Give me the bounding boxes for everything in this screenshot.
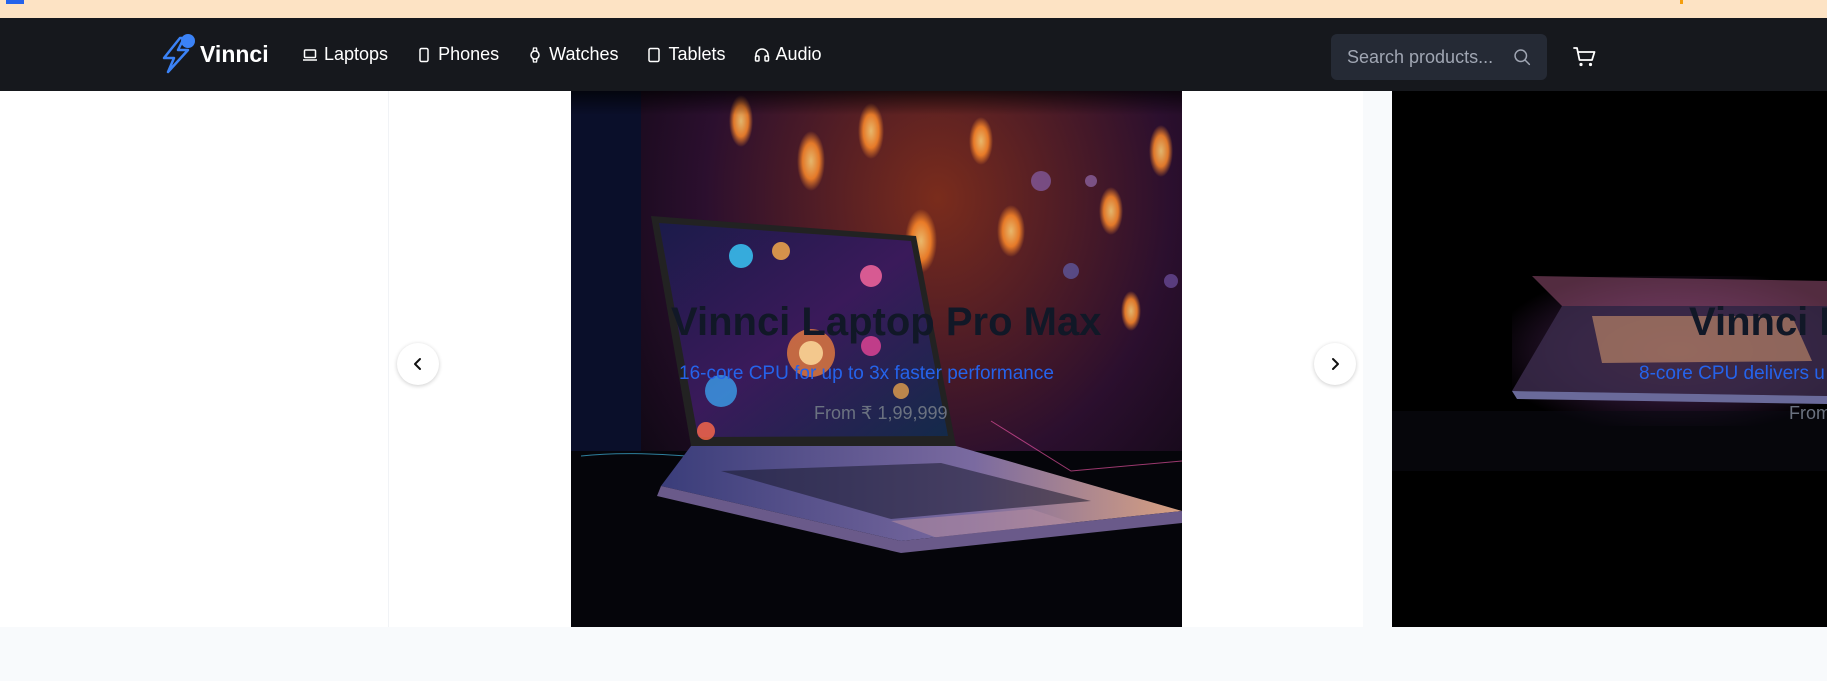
announcement-marker xyxy=(6,0,24,4)
slide-price: From ₹ 1,99,999 xyxy=(814,403,948,423)
announcement-bar xyxy=(0,0,1827,18)
announcement-accent xyxy=(1680,0,1683,4)
category-menu: Laptops Phones Watches Tablets Audio xyxy=(302,18,822,91)
nav-item-label: Laptops xyxy=(324,44,389,64)
nav-item-label: Audio xyxy=(775,44,822,64)
slide-subtitle: 8-core CPU delivers u xyxy=(1639,363,1825,384)
hero-left-panel xyxy=(0,91,388,627)
phone-icon xyxy=(419,47,429,62)
top-navigation: Vinnci Laptops Phones Watches Tablets Au… xyxy=(0,18,1827,91)
search-icon[interactable] xyxy=(1513,46,1531,68)
chevron-right-icon xyxy=(1332,358,1339,370)
slide-subtitle: 16-core CPU for up to 3x faster performa… xyxy=(679,363,1054,384)
nav-item-label: Phones xyxy=(438,44,500,64)
nav-item-laptops[interactable]: Laptops xyxy=(302,44,388,65)
nav-item-label: Tablets xyxy=(668,44,726,64)
search-box xyxy=(1331,34,1547,80)
brand-name: Vinnci xyxy=(200,40,269,67)
nav-item-watches[interactable]: Watches xyxy=(527,44,618,65)
carousel-slide-next[interactable]: Vinnci L 8-core CPU delivers u From xyxy=(1392,91,1827,627)
nav-item-label: Watches xyxy=(549,44,619,64)
nav-item-audio[interactable]: Audio xyxy=(754,44,822,65)
laptop-icon xyxy=(303,48,317,61)
lightning-logo-icon xyxy=(162,34,195,74)
chevron-left-icon xyxy=(414,358,421,370)
carousel-slide-active[interactable]: Vinnci Laptop Pro Max 16-core CPU for up… xyxy=(388,91,1363,627)
tablet-icon xyxy=(648,47,661,62)
carousel-prev-button[interactable] xyxy=(397,343,439,385)
nav-item-tablets[interactable]: Tablets xyxy=(646,44,726,65)
slide-title: Vinnci L xyxy=(1689,300,1827,344)
slide-title: Vinnci Laptop Pro Max xyxy=(671,300,1102,344)
search-input[interactable] xyxy=(1347,46,1513,68)
laptop-illustration-2 xyxy=(1392,276,1827,471)
slide-caption: Vinnci Laptop Pro Max 16-core CPU for up… xyxy=(389,91,1364,627)
slide-price: From xyxy=(1789,403,1827,423)
nav-item-phones[interactable]: Phones xyxy=(416,44,499,65)
brand-logo[interactable]: Vinnci xyxy=(158,32,269,76)
headphones-icon xyxy=(754,47,769,62)
cart-icon[interactable] xyxy=(1572,44,1598,70)
watch-icon xyxy=(530,46,540,63)
carousel-next-button[interactable] xyxy=(1314,343,1356,385)
